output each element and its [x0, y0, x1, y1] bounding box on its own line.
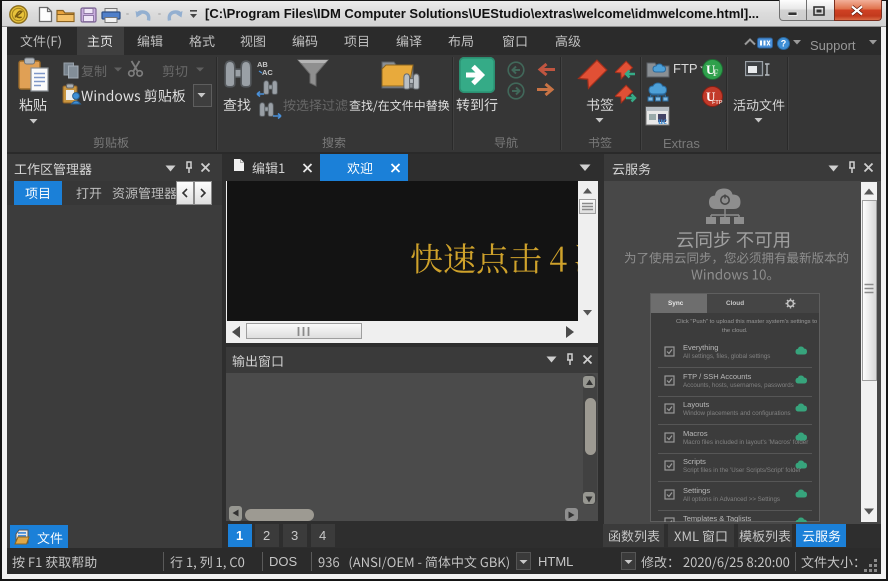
svg-text:uc: uc	[658, 116, 667, 126]
svg-text:F: F	[713, 68, 719, 78]
svg-text:AC: AC	[262, 68, 273, 75]
svg-text:FTP: FTP	[712, 100, 723, 106]
svg-text:?: ?	[781, 39, 787, 49]
